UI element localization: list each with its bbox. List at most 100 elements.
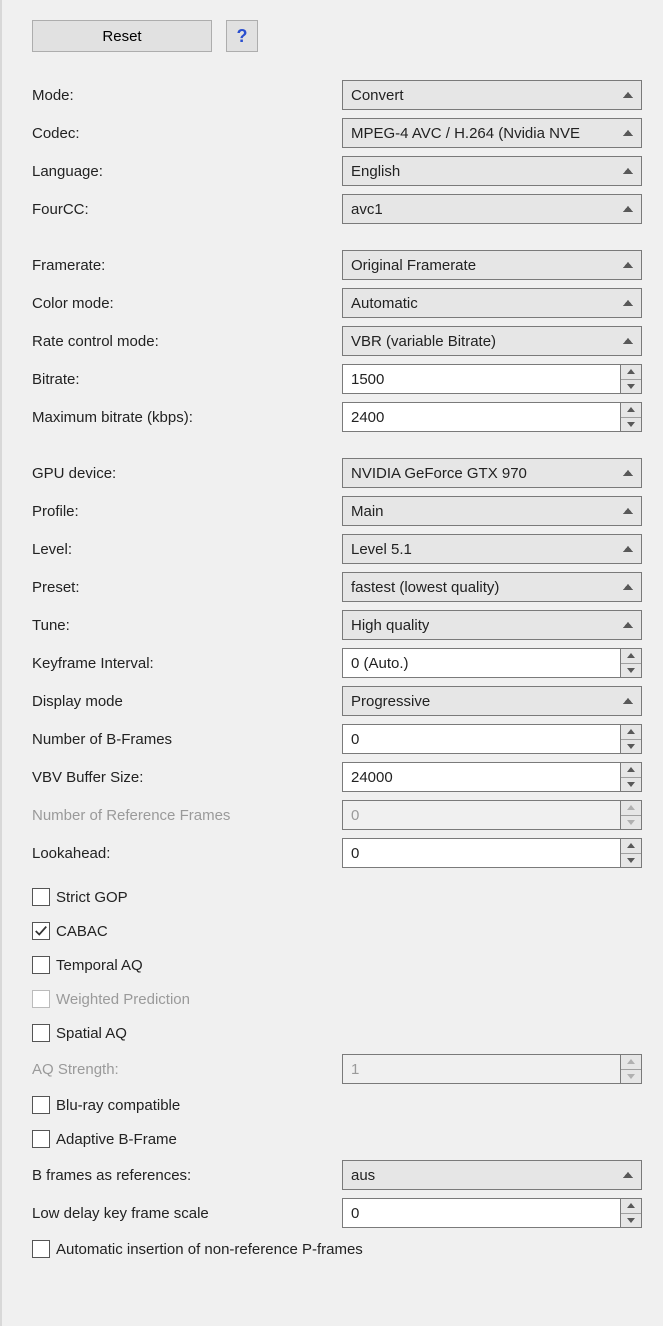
- refframes-up: [621, 801, 641, 816]
- brefs-select[interactable]: aus: [342, 1160, 642, 1190]
- chevron-down-icon: [627, 422, 635, 427]
- language-label: Language:: [32, 163, 342, 180]
- framerate-select[interactable]: Original Framerate: [342, 250, 642, 280]
- fourcc-select[interactable]: avc1: [342, 194, 642, 224]
- bitrate-up[interactable]: [621, 365, 641, 380]
- maxbitrate-label: Maximum bitrate (kbps):: [32, 409, 342, 426]
- bframes-down[interactable]: [621, 740, 641, 754]
- chevron-up-icon: [627, 767, 635, 772]
- codec-label: Codec:: [32, 125, 342, 142]
- bluray-label: Blu-ray compatible: [56, 1097, 180, 1114]
- lowdelay-up[interactable]: [621, 1199, 641, 1214]
- aqstrength-down: [621, 1070, 641, 1084]
- refframes-down: [621, 816, 641, 830]
- mode-label: Mode:: [32, 87, 342, 104]
- level-select[interactable]: Level 5.1: [342, 534, 642, 564]
- keyframe-down[interactable]: [621, 664, 641, 678]
- chevron-up-icon: [627, 843, 635, 848]
- strictgop-checkbox[interactable]: [32, 888, 50, 906]
- profile-select[interactable]: Main: [342, 496, 642, 526]
- display-label: Display mode: [32, 693, 342, 710]
- vbv-up[interactable]: [621, 763, 641, 778]
- bframes-label: Number of B-Frames: [32, 731, 342, 748]
- vbv-label: VBV Buffer Size:: [32, 769, 342, 786]
- vbv-spinner[interactable]: 24000: [342, 762, 642, 792]
- autopframe-label: Automatic insertion of non-reference P-f…: [56, 1241, 363, 1258]
- framerate-label: Framerate:: [32, 257, 342, 274]
- spatial-checkbox[interactable]: [32, 1024, 50, 1042]
- lookahead-up[interactable]: [621, 839, 641, 854]
- language-select[interactable]: English: [342, 156, 642, 186]
- brefs-label: B frames as references:: [32, 1167, 342, 1184]
- gpu-select[interactable]: NVIDIA GeForce GTX 970: [342, 458, 642, 488]
- colormode-select[interactable]: Automatic: [342, 288, 642, 318]
- aqstrength-label: AQ Strength:: [32, 1061, 342, 1078]
- cabac-checkbox[interactable]: [32, 922, 50, 940]
- codec-select[interactable]: MPEG-4 AVC / H.264 (Nvidia NVE: [342, 118, 642, 148]
- tune-select[interactable]: High quality: [342, 610, 642, 640]
- gpu-label: GPU device:: [32, 465, 342, 482]
- refframes-spinner: 0: [342, 800, 642, 830]
- chevron-up-icon: [627, 653, 635, 658]
- lowdelay-down[interactable]: [621, 1214, 641, 1228]
- bframes-up[interactable]: [621, 725, 641, 740]
- weighted-label: Weighted Prediction: [56, 991, 190, 1008]
- chevron-down-icon: [627, 668, 635, 673]
- adaptiveb-label: Adaptive B-Frame: [56, 1131, 177, 1148]
- chevron-down-icon: [627, 820, 635, 825]
- tune-label: Tune:: [32, 617, 342, 634]
- bitrate-down[interactable]: [621, 380, 641, 394]
- help-button[interactable]: ?: [226, 20, 258, 52]
- aqstrength-up: [621, 1055, 641, 1070]
- profile-label: Profile:: [32, 503, 342, 520]
- chevron-down-icon: [627, 782, 635, 787]
- chevron-down-icon: [627, 1074, 635, 1079]
- chevron-down-icon: [627, 744, 635, 749]
- preset-label: Preset:: [32, 579, 342, 596]
- keyframe-up[interactable]: [621, 649, 641, 664]
- temporal-checkbox[interactable]: [32, 956, 50, 974]
- lookahead-down[interactable]: [621, 854, 641, 868]
- maxbitrate-down[interactable]: [621, 418, 641, 432]
- mode-select[interactable]: Convert: [342, 80, 642, 110]
- ratecontrol-label: Rate control mode:: [32, 333, 342, 350]
- weighted-checkbox: [32, 990, 50, 1008]
- cabac-label: CABAC: [56, 923, 108, 940]
- vbv-down[interactable]: [621, 778, 641, 792]
- level-label: Level:: [32, 541, 342, 558]
- keyframe-label: Keyframe Interval:: [32, 655, 342, 672]
- chevron-down-icon: [627, 858, 635, 863]
- bframes-spinner[interactable]: 0: [342, 724, 642, 754]
- maxbitrate-spinner[interactable]: 2400: [342, 402, 642, 432]
- lookahead-spinner[interactable]: 0: [342, 838, 642, 868]
- lookahead-label: Lookahead:: [32, 845, 342, 862]
- lowdelay-label: Low delay key frame scale: [32, 1205, 342, 1222]
- chevron-up-icon: [627, 1059, 635, 1064]
- preset-select[interactable]: fastest (lowest quality): [342, 572, 642, 602]
- temporal-label: Temporal AQ: [56, 957, 143, 974]
- display-select[interactable]: Progressive: [342, 686, 642, 716]
- lowdelay-spinner[interactable]: 0: [342, 1198, 642, 1228]
- chevron-up-icon: [627, 729, 635, 734]
- spatial-label: Spatial AQ: [56, 1025, 127, 1042]
- reset-button[interactable]: Reset: [32, 20, 212, 52]
- autopframe-checkbox[interactable]: [32, 1240, 50, 1258]
- keyframe-spinner[interactable]: 0 (Auto.): [342, 648, 642, 678]
- bluray-checkbox[interactable]: [32, 1096, 50, 1114]
- chevron-up-icon: [627, 369, 635, 374]
- colormode-label: Color mode:: [32, 295, 342, 312]
- chevron-up-icon: [627, 1203, 635, 1208]
- maxbitrate-up[interactable]: [621, 403, 641, 418]
- refframes-label: Number of Reference Frames: [32, 807, 342, 824]
- ratecontrol-select[interactable]: VBR (variable Bitrate): [342, 326, 642, 356]
- bitrate-label: Bitrate:: [32, 371, 342, 388]
- chevron-down-icon: [627, 1218, 635, 1223]
- chevron-down-icon: [627, 384, 635, 389]
- bitrate-spinner[interactable]: 1500: [342, 364, 642, 394]
- chevron-up-icon: [627, 407, 635, 412]
- adaptiveb-checkbox[interactable]: [32, 1130, 50, 1148]
- aqstrength-spinner: 1: [342, 1054, 642, 1084]
- strictgop-label: Strict GOP: [56, 889, 128, 906]
- chevron-up-icon: [627, 805, 635, 810]
- fourcc-label: FourCC:: [32, 201, 342, 218]
